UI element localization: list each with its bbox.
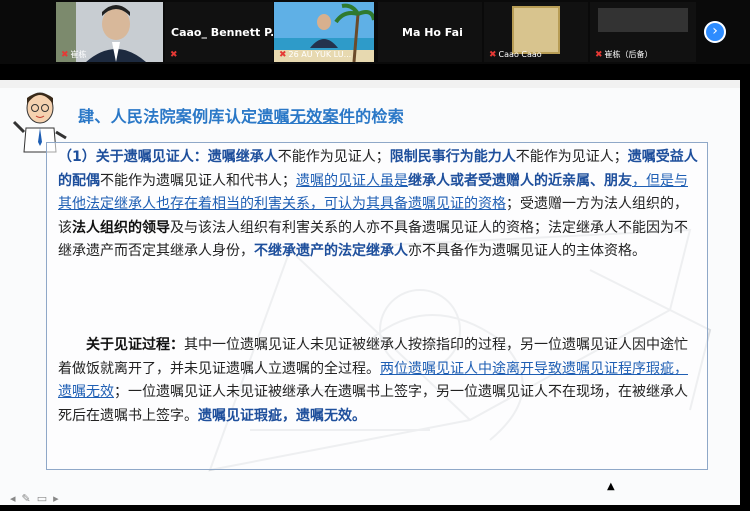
- chevron-right-icon[interactable]: ›: [704, 21, 726, 43]
- text-run: 法人组织的领导: [72, 219, 170, 236]
- muted-mic-icon: ✖: [61, 50, 69, 60]
- mouse-cursor-icon: ▲: [607, 481, 615, 492]
- muted-mic-icon: ✖: [595, 50, 603, 60]
- text-run: 不能作为遗嘱见证人和代书人；: [100, 172, 296, 189]
- text-run: 遗嘱的见证人虽是: [296, 172, 408, 189]
- participant-video: [598, 8, 688, 32]
- forward-icon[interactable]: ▸: [53, 492, 65, 505]
- muted-mic-icon: ✖: [279, 50, 287, 60]
- pen-icon[interactable]: ✎: [22, 492, 37, 505]
- participant-name: Ma Ho Fai: [402, 26, 463, 39]
- video-tile[interactable]: ✖ 崔栋（后备）: [590, 2, 696, 62]
- muted-mic-icon: ✖: [170, 50, 178, 60]
- title-underlined-text: 遗嘱无效案件: [257, 107, 356, 126]
- muted-mic-icon: ✖: [489, 50, 497, 60]
- text-run: ；一位遗嘱见证人未见证被继承人在遗嘱书上签字，另一位遗嘱见证人不在现场，在被继承…: [58, 384, 688, 424]
- participant-name: 崔栋（后备）: [604, 50, 653, 59]
- participant-logo: [512, 6, 560, 54]
- text-run: （1）关于遗嘱见证人：: [58, 149, 208, 165]
- video-tile[interactable]: ✖ Caao Caao: [484, 2, 588, 62]
- whiteboard-icon[interactable]: ▭: [37, 492, 53, 505]
- video-tile[interactable]: Caao_ Bennett P... ✖: [165, 2, 273, 62]
- paragraph-witness-process: 关于见证过程：其中一位遗嘱见证人未见证被继承人按捺指印的过程，另一位遗嘱见证人因…: [58, 334, 698, 428]
- text-run: 不能作为见证人；: [515, 149, 628, 165]
- participant-name: Caao Caao: [498, 50, 542, 59]
- paragraph-witnesses: （1）关于遗嘱见证人：遗嘱继承人不能作为见证人；限制民事行为能力人不能作为见证人…: [58, 146, 698, 264]
- participant-name: 26 AU YUK LU...: [288, 50, 352, 59]
- video-tile[interactable]: ✖ 26 AU YUK LU...: [274, 2, 374, 62]
- text-run: 继承人或者受遗赠人的近亲属、朋友: [408, 172, 632, 189]
- text-run: 限制民事行为能力人: [389, 149, 516, 165]
- title-text: 的检索: [355, 107, 405, 126]
- arrow-icon[interactable]: ◂: [10, 492, 22, 505]
- text-run: 不能作为见证人；: [277, 149, 390, 165]
- text-run: 不继承遗产的法定继承人: [254, 243, 408, 259]
- slide-title: 肆、人民法院案例库认定遗嘱无效案件的检索: [78, 103, 404, 127]
- text-run: 遗嘱见证瑕疵，遗嘱无效。: [198, 407, 366, 424]
- video-tile[interactable]: Ma Ho Fai: [378, 2, 482, 62]
- title-text: 肆、人民法院案例库认定: [78, 107, 258, 126]
- text-run: 关于见证过程：: [86, 337, 184, 353]
- shared-slide: 肆、人民法院案例库认定遗嘱无效案件的检索 （1）关于遗嘱见证人：遗嘱继承人不能作…: [0, 80, 740, 505]
- participant-name: Caao_ Bennett P...: [171, 26, 273, 39]
- annotation-toolbar[interactable]: ◂✎▭▸: [10, 492, 65, 505]
- video-tile[interactable]: ✖ 崔栋: [56, 2, 163, 62]
- text-run: 亦不具备作为遗嘱见证人的主体资格。: [408, 243, 646, 259]
- participant-name: 崔栋: [70, 50, 87, 59]
- text-run: 遗嘱继承人: [207, 149, 278, 165]
- slide-top-band: [0, 80, 740, 88]
- video-gallery-strip: ✖ 崔栋 Caao_ Bennett P... ✖ ✖ 26 AU YUK LU..…: [0, 0, 750, 64]
